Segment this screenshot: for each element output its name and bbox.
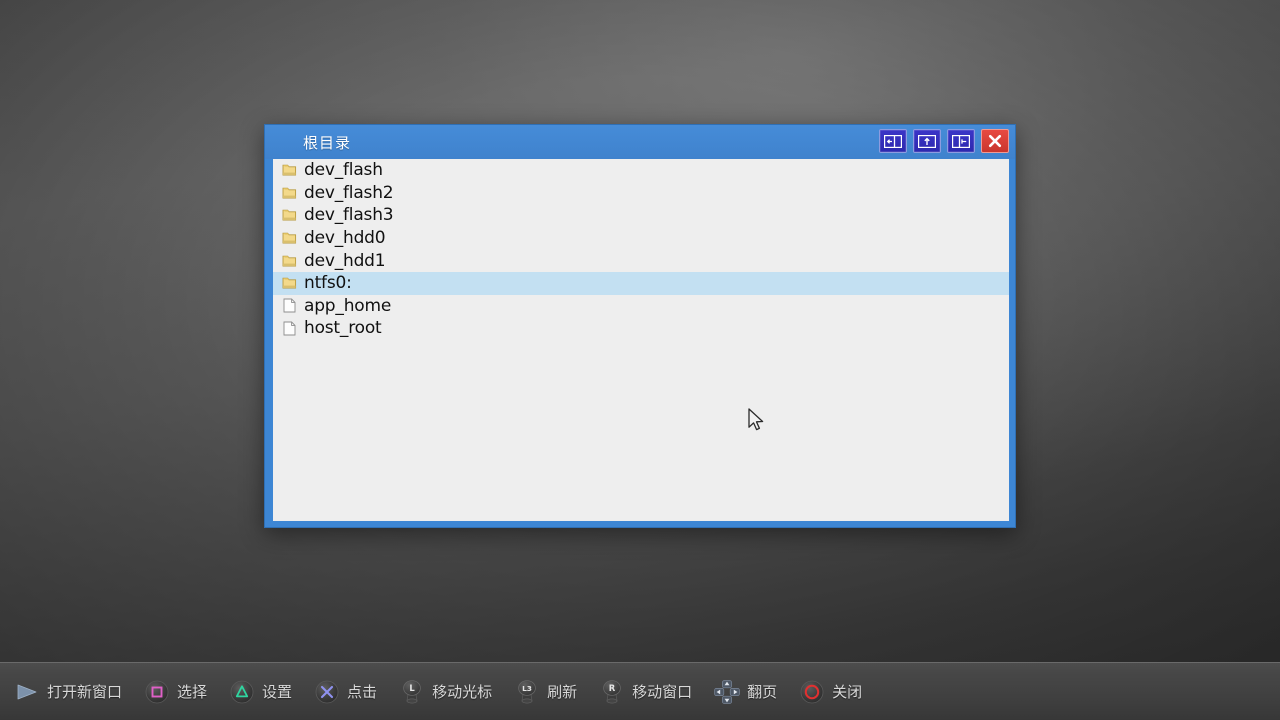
taskbar-hint[interactable]: 关闭: [799, 679, 862, 705]
window-titlebar[interactable]: 根目录: [265, 125, 1015, 159]
close-button[interactable]: [981, 129, 1009, 153]
svg-text:R: R: [609, 683, 616, 693]
dpad-icon: [714, 679, 740, 704]
file-list-item-label: dev_flash2: [304, 182, 394, 203]
file-list-item-label: dev_flash: [304, 160, 383, 181]
square-button-icon: [145, 680, 169, 703]
folder-icon: [282, 255, 296, 267]
split-left-button[interactable]: [879, 129, 907, 153]
taskbar-hint-label: 打开新窗口: [47, 683, 123, 701]
folder-icon: [282, 210, 296, 221]
triangle-button-icon: [229, 679, 255, 705]
file-icon: [283, 298, 295, 313]
taskbar-hint[interactable]: 设置: [229, 679, 292, 705]
taskbar-hint-label: 设置: [262, 683, 293, 701]
folder-icon-slot: [281, 161, 297, 179]
taskbar-hint-label: 翻页: [747, 683, 778, 701]
folder-icon-slot: [281, 184, 297, 202]
file-list-item-label: app_home: [304, 295, 392, 316]
file-list-item[interactable]: ntfs0:: [273, 271, 1009, 295]
taskbar-hint[interactable]: 翻页: [714, 679, 777, 705]
window-split-right-icon: [952, 134, 970, 148]
file-list-item[interactable]: app_home: [273, 295, 1009, 318]
window-split-left-icon: [884, 134, 902, 148]
dpad-icon: [714, 679, 740, 705]
file-list-item[interactable]: dev_flash3: [273, 204, 1009, 227]
right-stick-icon: R: [603, 679, 621, 703]
taskbar-hints: 打开新窗口 选择 设置 点击 L 移动光标 L3 刷新 R 移动窗口 翻页 关闭: [0, 662, 1280, 720]
folder-icon: [282, 187, 296, 199]
folder-icon: [282, 278, 296, 289]
file-list-item[interactable]: dev_hdd1: [273, 249, 1009, 272]
close-x-icon: [988, 134, 1002, 148]
right-stick-icon: R: [599, 679, 625, 705]
split-right-button[interactable]: [947, 129, 975, 153]
file-icon-slot: [281, 319, 297, 337]
folder-icon-slot: [281, 229, 297, 247]
window-title: 根目录: [303, 133, 352, 152]
file-list-item-label: dev_hdd0: [304, 228, 386, 249]
window-up-icon: [918, 134, 936, 148]
circle-button-icon: [799, 679, 825, 705]
file-list[interactable]: dev_flash dev_flash2 dev_flash3 dev_hdd0 dev…: [273, 159, 1009, 521]
file-list-item-label: host_root: [304, 318, 382, 339]
folder-icon-slot: [281, 206, 297, 224]
titlebar-button-group: [879, 129, 1009, 153]
file-list-item[interactable]: dev_hdd0: [273, 227, 1009, 250]
file-list-item-label: ntfs0:: [304, 273, 352, 294]
taskbar-hint[interactable]: 选择: [144, 679, 207, 705]
taskbar-hint-label: 刷新: [547, 683, 578, 701]
maximize-button[interactable]: [913, 129, 941, 153]
left-stick-icon: L: [399, 679, 425, 705]
taskbar-hint[interactable]: 点击: [314, 679, 377, 705]
taskbar-hint[interactable]: L 移动光标: [399, 679, 492, 705]
folder-icon: [282, 165, 296, 176]
taskbar-hint[interactable]: L3 刷新: [514, 679, 577, 705]
taskbar-hint[interactable]: R 移动窗口: [599, 679, 692, 705]
l3-stick-icon: L3: [518, 679, 536, 703]
file-browser-window: 根目录 dev_flash dev_flash2 dev_flash3 dev_…: [264, 124, 1016, 528]
file-list-item-label: dev_flash3: [304, 205, 394, 226]
svg-text:L3: L3: [522, 684, 532, 693]
folder-icon-slot: [281, 274, 297, 292]
play-triangle-icon: [17, 684, 37, 699]
cross-button-icon: [315, 680, 339, 703]
taskbar-hint-label: 点击: [347, 683, 378, 701]
taskbar-hint[interactable]: 打开新窗口: [14, 679, 122, 705]
square-button-icon: [144, 679, 170, 705]
svg-text:L: L: [409, 683, 415, 693]
circle-button-icon: [800, 680, 824, 703]
folder-icon: [282, 232, 296, 244]
taskbar-hint-label: 关闭: [832, 683, 863, 701]
file-list-item[interactable]: host_root: [273, 317, 1009, 340]
file-icon: [283, 321, 295, 336]
folder-icon-slot: [281, 252, 297, 270]
file-icon-slot: [281, 297, 297, 315]
left-stick-icon: L: [403, 679, 421, 703]
taskbar-hint-label: 移动光标: [432, 683, 493, 701]
file-list-item[interactable]: dev_flash: [273, 159, 1009, 182]
taskbar-hint-label: 移动窗口: [632, 683, 693, 701]
triangle-button-icon: [230, 680, 254, 703]
play-triangle-icon: [14, 679, 40, 705]
file-list-item[interactable]: dev_flash2: [273, 182, 1009, 205]
file-list-item-label: dev_hdd1: [304, 250, 386, 271]
l3-stick-icon: L3: [514, 679, 540, 705]
taskbar-hint-label: 选择: [177, 683, 208, 701]
cross-button-icon: [314, 679, 340, 705]
